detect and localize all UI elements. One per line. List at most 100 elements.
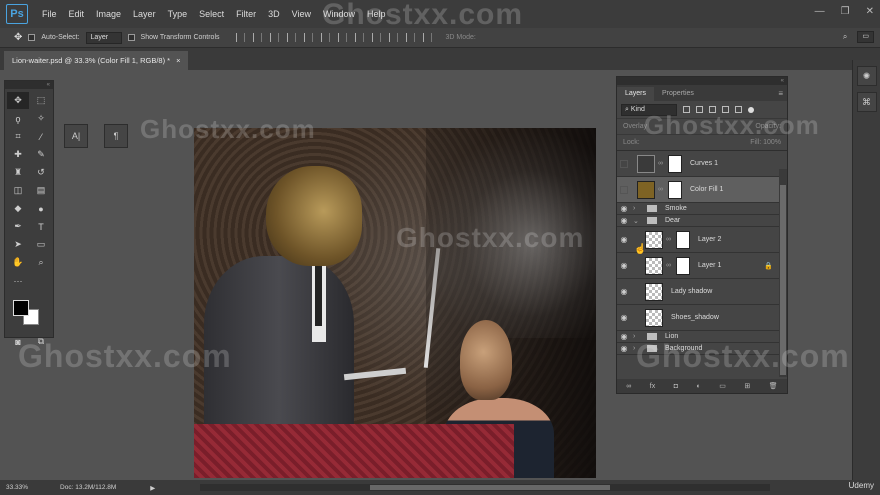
distribute-vcenter-icon[interactable] — [354, 33, 364, 42]
align-left-icon[interactable] — [286, 33, 296, 42]
distribute-hcenter-icon[interactable] — [405, 33, 415, 42]
history-brush-tool[interactable]: ↺ — [30, 164, 52, 181]
panel-menu-icon[interactable]: ≡ — [778, 87, 783, 101]
chevron-right-icon[interactable]: › — [633, 333, 641, 340]
more-tools[interactable]: ··· — [7, 272, 29, 289]
pixel-filter-icon[interactable] — [683, 106, 690, 113]
show-transform-checkbox[interactable] — [127, 34, 135, 41]
visibility-toggle[interactable] — [620, 159, 628, 168]
character-panel-button[interactable]: A| — [64, 124, 88, 148]
tools-panel-header[interactable]: « — [5, 81, 53, 89]
crop-tool[interactable]: ⌗ — [7, 128, 29, 145]
adjustment-layer-icon[interactable]: ◐ — [696, 383, 700, 390]
layer-row-dear[interactable]: ◉ ⌄ Dear — [617, 215, 787, 227]
magic-wand-tool[interactable]: ✧ — [30, 110, 52, 127]
auto-select-checkbox[interactable] — [28, 34, 36, 41]
zoom-tool[interactable]: ⌕ — [30, 254, 52, 271]
type-filter-icon[interactable] — [709, 106, 716, 113]
align-top-icon[interactable] — [235, 33, 245, 42]
brush-settings-icon[interactable]: ⌘ — [856, 92, 877, 112]
screen-mode-button[interactable]: ⧉ — [30, 333, 52, 350]
lasso-tool[interactable]: ϙ — [7, 110, 29, 127]
eye-icon[interactable]: ◉ — [617, 261, 631, 270]
align-hcenter-icon[interactable] — [303, 33, 313, 42]
blend-mode-select[interactable]: Overlay — [623, 123, 647, 130]
layer-mask-thumbnail[interactable] — [676, 256, 690, 275]
eye-icon[interactable]: ◉ — [617, 313, 631, 322]
layer-mask-thumbnail[interactable] — [668, 154, 682, 173]
document-tab[interactable]: Lion-waiter.psd @ 33.3% (Color Fill 1, R… — [4, 51, 189, 70]
eye-icon[interactable]: ◉ — [617, 216, 631, 225]
layer-row-smoke[interactable]: ◉ › Smoke — [617, 203, 787, 215]
distribute-top-icon[interactable] — [337, 33, 347, 42]
workspace-select[interactable]: ▭ — [857, 31, 874, 43]
move-tool[interactable]: ✥ — [7, 92, 29, 109]
tab-properties[interactable]: Properties — [654, 87, 702, 101]
horizontal-scrollbar[interactable] — [200, 484, 770, 491]
layer-mask-thumbnail[interactable] — [668, 180, 682, 199]
eraser-tool[interactable]: ◫ — [7, 182, 29, 199]
close-icon[interactable]: ✕ — [866, 6, 874, 17]
eyedropper-tool[interactable]: ⁄ — [30, 128, 52, 145]
eye-icon[interactable]: ◉ — [617, 332, 631, 341]
menu-image[interactable]: Image — [90, 9, 127, 19]
layers-scroll-thumb[interactable] — [780, 185, 786, 375]
menu-edit[interactable]: Edit — [63, 9, 91, 19]
move-tool-icon[interactable]: ✥ — [14, 32, 22, 43]
eye-icon[interactable]: ◉ — [617, 235, 631, 244]
eye-icon[interactable]: ◉ — [617, 204, 631, 213]
chevron-right-icon[interactable]: › — [633, 205, 641, 212]
paragraph-panel-button[interactable]: ¶ — [104, 124, 128, 148]
layer-row-layer-1[interactable]: ◉ ∞ Layer 1 🔒 — [617, 253, 787, 279]
link-layers-icon[interactable]: ∞ — [626, 383, 631, 390]
blur-tool[interactable]: ◆ — [7, 200, 29, 217]
menu-select[interactable]: Select — [193, 9, 230, 19]
smart-filter-icon[interactable] — [735, 106, 742, 113]
type-tool[interactable]: T — [30, 218, 52, 235]
horizontal-scroll-thumb[interactable] — [370, 485, 610, 490]
new-group-icon[interactable]: ▭ — [719, 382, 726, 390]
gradient-tool[interactable]: ▤ — [30, 182, 52, 199]
minimize-icon[interactable]: — — [815, 6, 825, 17]
adjustment-filter-icon[interactable] — [696, 106, 703, 113]
distribute-left-icon[interactable] — [388, 33, 398, 42]
zoom-level[interactable]: 33.33% — [6, 484, 28, 491]
close-tab-icon[interactable]: × — [176, 56, 180, 65]
layers-panel-header[interactable]: « — [617, 77, 787, 85]
fx-icon[interactable]: fx — [650, 383, 655, 390]
status-menu-arrow[interactable]: ▶ — [150, 484, 155, 492]
align-bottom-icon[interactable] — [269, 33, 279, 42]
adjustments-icon[interactable]: ✺ — [856, 66, 877, 86]
distribute-bottom-icon[interactable] — [371, 33, 381, 42]
quick-mask-button[interactable]: ◙ — [7, 333, 29, 350]
menu-type[interactable]: Type — [162, 9, 194, 19]
hand-tool[interactable]: ✋ — [7, 254, 29, 271]
filter-toggle-icon[interactable] — [748, 106, 754, 113]
search-icon[interactable]: ⌕ — [843, 32, 847, 42]
auto-select-dropdown[interactable]: Layer — [85, 31, 122, 44]
menu-3d[interactable]: 3D — [262, 9, 286, 19]
document-canvas[interactable] — [194, 128, 596, 478]
align-vcenter-icon[interactable] — [252, 33, 262, 42]
trash-icon[interactable]: 🗑 — [769, 382, 778, 390]
new-layer-icon[interactable]: ⊞ — [744, 382, 750, 390]
chevron-right-icon[interactable]: › — [633, 345, 641, 352]
kind-filter-select[interactable]: ⌕ Kind — [621, 103, 677, 116]
path-selection-tool[interactable]: ➤ — [7, 236, 29, 253]
layer-row-lady-shadow[interactable]: ◉ Lady shadow — [617, 279, 787, 305]
layer-mask-thumbnail[interactable] — [676, 230, 690, 249]
layer-row-background[interactable]: ◉ › Background — [617, 343, 787, 355]
tab-layers[interactable]: Layers — [617, 87, 655, 101]
fill-value[interactable]: 100% — [763, 139, 781, 146]
visibility-toggle[interactable] — [620, 185, 628, 194]
layer-row-lion[interactable]: ◉ › Lion — [617, 331, 787, 343]
shape-tool[interactable]: ▭ — [30, 236, 52, 253]
pen-tool[interactable]: ✒ — [7, 218, 29, 235]
layer-row-color-fill-1[interactable]: ∞ Color Fill 1 — [617, 177, 787, 203]
layer-row-curves-1[interactable]: ∞ Curves 1 — [617, 151, 787, 177]
maximize-icon[interactable]: ❐ — [841, 6, 850, 17]
healing-tool[interactable]: ✚ — [7, 146, 29, 163]
align-right-icon[interactable] — [320, 33, 330, 42]
dodge-tool[interactable]: ● — [30, 200, 52, 217]
brush-tool[interactable]: ✎ — [30, 146, 52, 163]
